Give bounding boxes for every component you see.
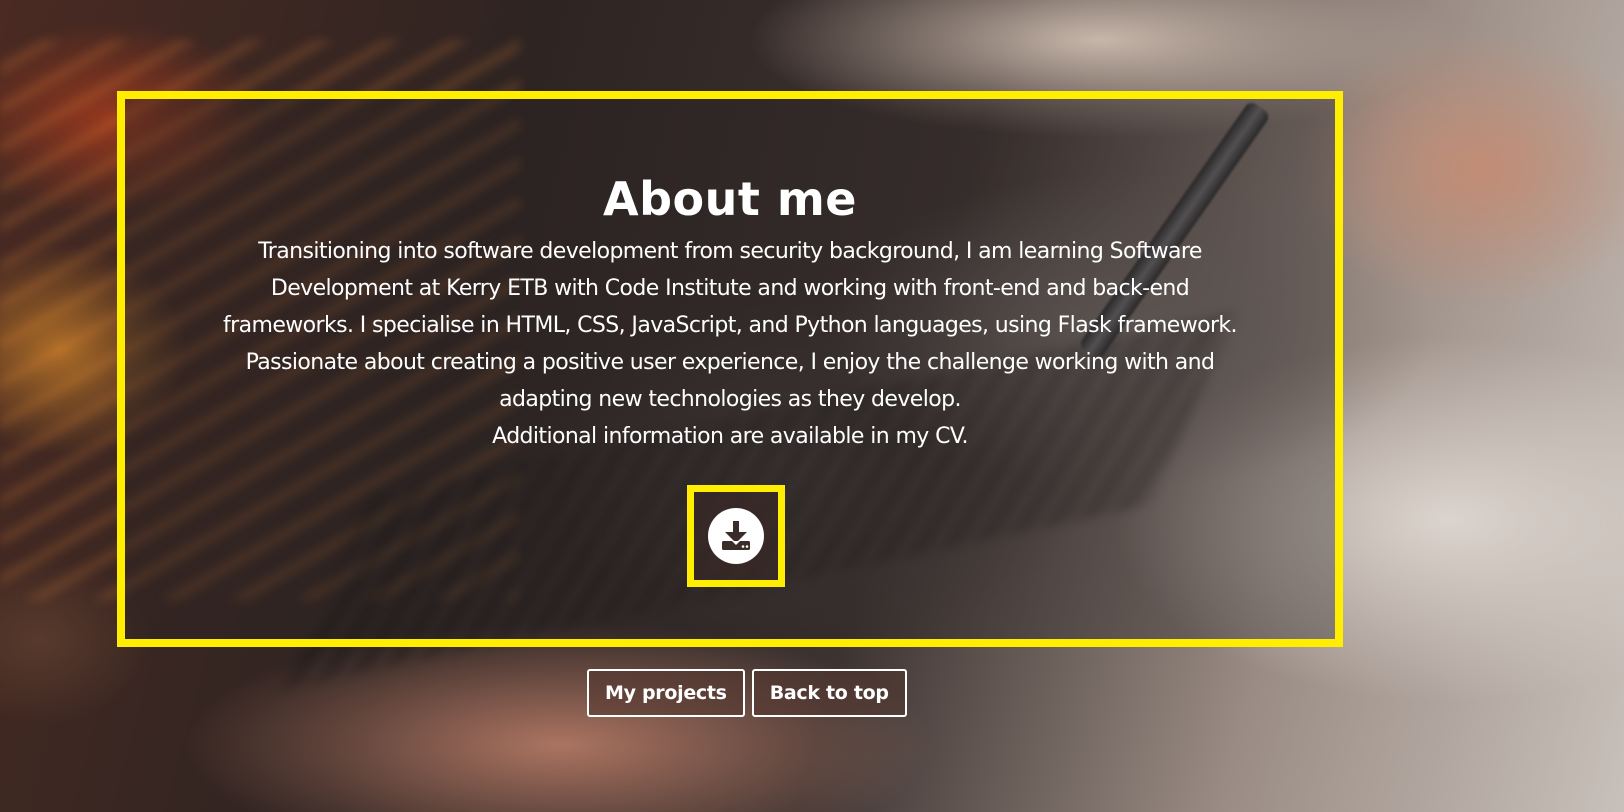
about-line: Development at Kerry ETB with Code Insti…: [270, 276, 1190, 301]
about-line: adapting new technologies as they develo…: [499, 387, 961, 412]
download-icon: [708, 508, 764, 564]
download-cv-button[interactable]: [687, 485, 785, 587]
back-to-top-button[interactable]: Back to top: [751, 669, 907, 717]
download-icon-glyph: [722, 521, 750, 550]
about-title: About me: [602, 172, 857, 226]
my-projects-button[interactable]: My projects: [587, 669, 745, 717]
section-nav: My projects Back to top: [587, 669, 907, 717]
about-line: frameworks. I specialise in HTML, CSS, J…: [223, 313, 1238, 338]
page: About me Transitioning into software dev…: [0, 0, 1624, 812]
about-line: Passionate about creating a positive use…: [245, 350, 1215, 375]
about-paragraph: Transitioning into software development …: [205, 233, 1255, 455]
about-section: About me Transitioning into software dev…: [117, 91, 1343, 647]
about-line: Transitioning into software development …: [258, 239, 1202, 264]
about-line: Additional information are available in …: [492, 424, 968, 449]
